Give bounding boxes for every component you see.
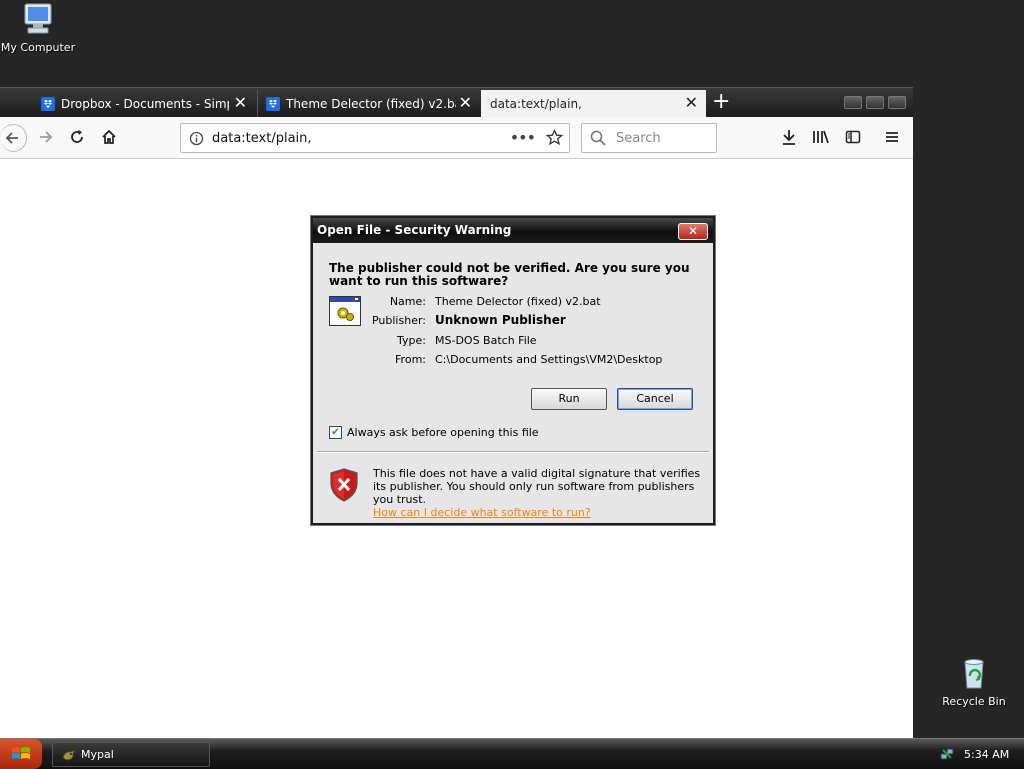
search-box[interactable] [581, 123, 717, 153]
run-button[interactable]: Run [531, 388, 607, 410]
new-tab-button[interactable]: + [712, 89, 730, 115]
tab-theme-delector[interactable]: Theme Delector (fixed) v2.bat ✕ [257, 90, 480, 117]
tab-dropbox[interactable]: Dropbox - Documents - Simplify yo ✕ [33, 90, 255, 117]
sidebar-icon [845, 130, 861, 144]
search-input[interactable] [614, 129, 708, 147]
maximize-button[interactable] [866, 96, 884, 109]
always-ask-row[interactable]: ✔ Always ask before opening this file [329, 426, 539, 439]
type-value: MS-DOS Batch File [435, 334, 537, 347]
forward-arrow-icon [40, 131, 53, 143]
mypal-icon [62, 748, 77, 761]
library-button[interactable] [809, 125, 833, 149]
from-value: C:\Documents and Settings\VM2\Desktop [435, 353, 663, 366]
from-label: From: [395, 353, 426, 366]
navigation-toolbar: data:text/plain, ••• [0, 117, 913, 159]
name-value: Theme Delector (fixed) v2.bat [435, 295, 601, 308]
cancel-button[interactable]: Cancel [617, 388, 693, 410]
warning-text-block: This file does not have a valid digital … [373, 467, 703, 519]
tab-title: data:text/plain, [490, 96, 582, 111]
dialog-close-button[interactable]: ✕ [678, 223, 708, 240]
system-tray: 5:34 AM [940, 739, 1024, 769]
clock[interactable]: 5:34 AM [964, 748, 1009, 761]
dialog-title: Open File - Security Warning [317, 223, 512, 237]
reload-button[interactable] [65, 125, 89, 149]
close-icon[interactable]: ✕ [459, 95, 472, 111]
desktop-icon-label: My Computer [0, 41, 76, 54]
dropbox-icon [266, 96, 280, 111]
security-shield-icon [330, 468, 358, 502]
download-icon [783, 130, 795, 145]
home-button[interactable] [97, 125, 121, 149]
help-link[interactable]: How can I decide what software to run? [373, 506, 703, 519]
always-ask-checkbox[interactable]: ✔ [329, 426, 342, 439]
desktop-icon-my-computer[interactable]: My Computer [0, 2, 78, 54]
url-bar[interactable]: data:text/plain, ••• [180, 123, 570, 153]
tab-title: Dropbox - Documents - Simplify yo [61, 96, 229, 111]
always-ask-label[interactable]: Always ask before opening this file [347, 426, 539, 439]
network-icon[interactable] [940, 747, 954, 761]
taskbar-item-label: Mypal [81, 748, 114, 761]
dropbox-icon [41, 96, 55, 111]
tab-data-text-plain[interactable]: data:text/plain, ✕ [481, 90, 706, 117]
sidebar-button[interactable] [841, 125, 865, 149]
close-icon[interactable]: ✕ [234, 95, 247, 111]
minimize-button[interactable] [844, 96, 862, 109]
taskbar-item-mypal[interactable]: Mypal [52, 742, 210, 767]
back-button[interactable] [0, 124, 27, 152]
info-icon[interactable] [189, 131, 204, 146]
page-actions-icon[interactable]: ••• [510, 128, 536, 147]
forward-button[interactable] [33, 125, 57, 149]
publisher-label: Publisher: [371, 314, 426, 327]
url-text[interactable]: data:text/plain, [212, 131, 312, 146]
windows-logo-icon [12, 747, 30, 759]
computer-icon [24, 3, 52, 34]
close-window-button[interactable] [888, 96, 906, 109]
hamburger-menu-icon [886, 132, 898, 142]
home-icon [102, 129, 116, 144]
security-warning-dialog: Open File - Security Warning ✕ The publi… [311, 216, 715, 525]
dialog-question: The publisher could not be verified. Are… [329, 261, 690, 288]
menu-button[interactable] [880, 125, 904, 149]
library-icon [813, 130, 829, 144]
desktop-icon-label: Recycle Bin [942, 695, 1006, 708]
downloads-button[interactable] [777, 125, 801, 149]
start-button[interactable] [0, 739, 42, 769]
recycle-bin-icon [964, 659, 984, 689]
taskbar: Mypal 5:34 AM [0, 738, 1024, 769]
tab-title: Theme Delector (fixed) v2.bat [286, 96, 456, 111]
name-label: Name: [389, 295, 426, 308]
close-icon[interactable]: ✕ [685, 95, 698, 111]
search-icon [590, 130, 606, 146]
publisher-value: Unknown Publisher [435, 313, 566, 327]
back-arrow-icon [5, 132, 18, 144]
warning-text: This file does not have a valid digital … [373, 467, 701, 506]
dialog-titlebar[interactable]: Open File - Security Warning ✕ [313, 218, 713, 243]
bookmark-star-icon[interactable] [546, 129, 563, 146]
tab-bar: Dropbox - Documents - Simplify yo ✕ Them… [0, 87, 913, 118]
desktop-icon-recycle-bin[interactable]: Recycle Bin [934, 656, 1014, 708]
reload-icon [71, 130, 83, 143]
dialog-divider [317, 451, 709, 453]
type-label: Type: [397, 334, 426, 347]
